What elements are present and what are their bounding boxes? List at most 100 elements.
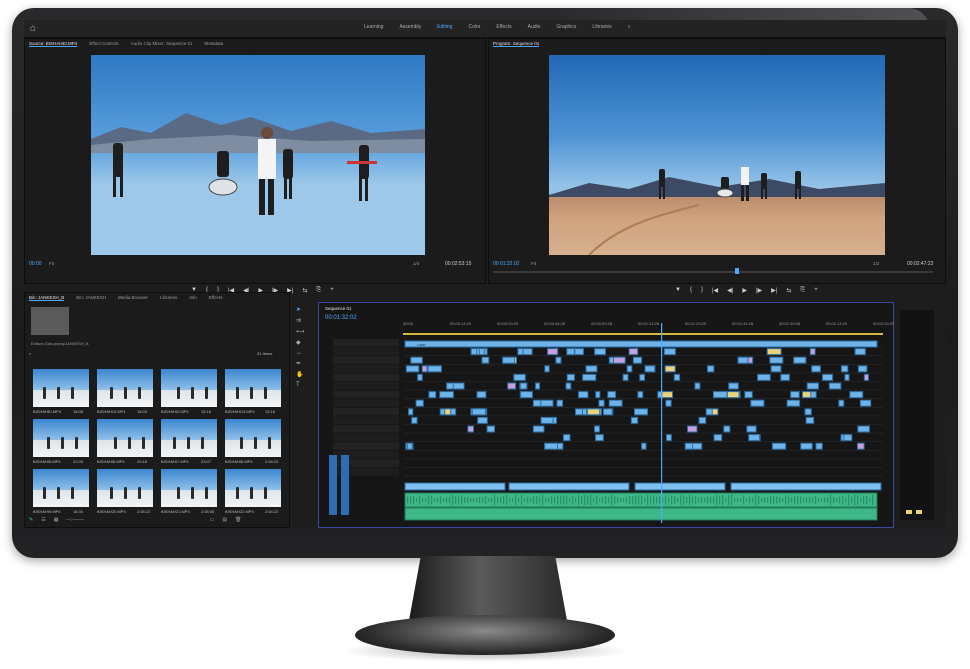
video-clip[interactable] (684, 442, 694, 450)
track-target-v1[interactable] (329, 455, 337, 515)
program-zoom-select[interactable]: Fit (531, 261, 536, 266)
video-clip[interactable] (723, 425, 731, 433)
video-clip[interactable] (532, 399, 542, 407)
pencil-icon[interactable]: ✎ (29, 517, 33, 523)
video-clip[interactable] (467, 425, 475, 433)
video-clip[interactable] (556, 399, 564, 407)
audio-clip[interactable] (404, 507, 878, 521)
video-clip[interactable] (522, 348, 533, 356)
overwrite-icon[interactable]: ⎘ (316, 287, 321, 294)
ripple-edit-tool-icon[interactable]: ⟷ (296, 328, 306, 335)
video-clip[interactable] (698, 416, 707, 424)
video-clip[interactable] (805, 416, 815, 424)
video-clip[interactable] (476, 391, 487, 399)
home-icon[interactable]: ⌂ (30, 23, 42, 35)
source-resolution-select[interactable]: 1/4 (413, 261, 419, 266)
video-clip[interactable] (632, 356, 643, 364)
video-clip[interactable] (421, 365, 428, 373)
mark-in-icon[interactable]: { (690, 287, 692, 294)
video-clip[interactable] (608, 399, 623, 407)
video-clip[interactable] (664, 365, 676, 373)
video-clip[interactable] (598, 399, 605, 407)
clip-thumbnail[interactable] (33, 469, 89, 507)
track-select-tool-icon[interactable]: ⇉ (296, 317, 306, 324)
video-clip[interactable] (844, 373, 850, 381)
tab-effects[interactable]: Effects (209, 295, 223, 301)
workspace-tab-audio[interactable]: Audio (528, 24, 541, 30)
video-clip[interactable] (595, 391, 601, 399)
clip-thumbnail[interactable] (225, 369, 281, 407)
go-to-out-icon[interactable]: ▶| (771, 287, 777, 294)
video-clip[interactable] (726, 391, 740, 399)
video-clip[interactable] (628, 348, 639, 356)
video-clip[interactable] (517, 348, 524, 356)
video-clip[interactable] (663, 348, 676, 356)
video-clip[interactable] (613, 356, 626, 364)
video-clip[interactable] (626, 365, 633, 373)
play-icon[interactable]: ▶ (742, 287, 747, 294)
source-zoom-select[interactable]: Fit (49, 261, 54, 266)
video-clip[interactable] (411, 416, 418, 424)
icon-view-icon[interactable]: ▦ (54, 517, 59, 523)
search-icon[interactable]: ⌕ (29, 351, 31, 356)
video-clip[interactable] (630, 416, 639, 424)
video-clip[interactable] (582, 373, 597, 381)
clip-thumbnail[interactable] (161, 419, 217, 457)
video-clip[interactable] (544, 442, 558, 450)
video-clip[interactable] (800, 442, 813, 450)
video-clip[interactable] (415, 399, 424, 407)
video-clip[interactable] (815, 442, 823, 450)
video-clip[interactable] (481, 356, 490, 364)
video-clip[interactable] (428, 391, 437, 399)
video-clip[interactable] (665, 434, 672, 442)
video-clip[interactable] (687, 425, 698, 433)
timeline-playhead[interactable] (661, 323, 663, 523)
video-clip[interactable] (744, 391, 753, 399)
video-clip[interactable] (822, 373, 834, 381)
video-clip[interactable] (470, 348, 478, 356)
video-clip[interactable] (641, 442, 647, 450)
tab-source[interactable]: Source: BISHAHEI.MP4 (29, 41, 78, 47)
tab-audio-clip-mixer[interactable]: Audio Clip Mixer: Sequence 01 (131, 41, 193, 47)
video-clip[interactable] (405, 365, 420, 373)
video-clip[interactable] (540, 416, 554, 424)
video-clip[interactable] (594, 348, 606, 356)
trash-icon[interactable]: 🗑 (235, 517, 241, 523)
video-clip[interactable] (728, 382, 739, 390)
lift-icon[interactable]: ⇆ (786, 287, 791, 294)
video-clip[interactable] (585, 365, 598, 373)
video-clip[interactable] (602, 408, 613, 416)
video-clip[interactable] (809, 348, 816, 356)
hand-tool-icon[interactable]: ✋ (296, 371, 306, 378)
insert-icon[interactable]: ⇆ (302, 287, 307, 294)
video-clip[interactable] (471, 408, 486, 416)
video-clip[interactable] (705, 408, 713, 416)
selection-tool-icon[interactable]: ➤ (296, 306, 306, 313)
clip-thumbnail[interactable] (225, 469, 281, 507)
video-clip[interactable] (750, 399, 765, 407)
video-clip[interactable] (540, 399, 554, 407)
program-timecode[interactable]: 00:01:32:02 (493, 261, 519, 267)
tab-media-browser[interactable]: Media Browser (118, 295, 148, 301)
tab-bin-jankesh[interactable]: Bin: JANKESH (76, 295, 106, 301)
clip-thumbnail[interactable] (161, 369, 217, 407)
program-playhead[interactable] (735, 268, 739, 274)
video-clip[interactable] (410, 356, 423, 364)
video-clip[interactable] (780, 373, 790, 381)
video-clip[interactable] (562, 434, 571, 442)
source-timecode[interactable]: 00:00 (29, 261, 42, 267)
video-clip[interactable] (427, 365, 442, 373)
tab-libraries[interactable]: Libraries (160, 295, 177, 301)
extract-icon[interactable]: ⎘ (800, 287, 805, 294)
video-clip[interactable] (633, 408, 649, 416)
program-scrub-bar[interactable] (493, 271, 933, 273)
video-clip[interactable] (857, 425, 870, 433)
button-editor-icon[interactable]: + (330, 287, 334, 294)
clip-thumbnail[interactable] (97, 469, 153, 507)
video-clip[interactable] (544, 365, 550, 373)
video-clip[interactable] (849, 391, 864, 399)
video-clip[interactable] (508, 482, 630, 491)
video-clip[interactable] (838, 399, 845, 407)
video-clip[interactable] (513, 373, 526, 381)
video-clip[interactable] (694, 382, 701, 390)
